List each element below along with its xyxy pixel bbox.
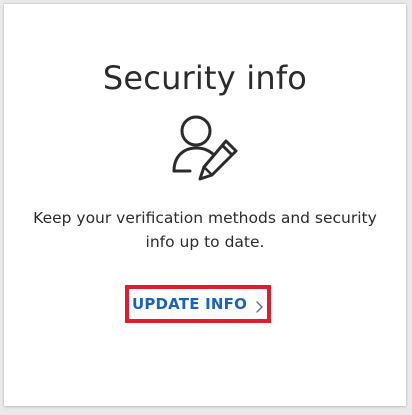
security-info-card: Security info Keep your verification met… [4, 4, 406, 406]
user-edit-icon [168, 111, 246, 189]
chevron-right-icon [255, 298, 264, 313]
update-info-label: UPDATE INFO [131, 295, 248, 313]
card-description: Keep your verification methods and secur… [33, 209, 377, 251]
update-info-link[interactable]: UPDATE INFO [125, 285, 271, 323]
card-title: Security info [102, 59, 308, 97]
